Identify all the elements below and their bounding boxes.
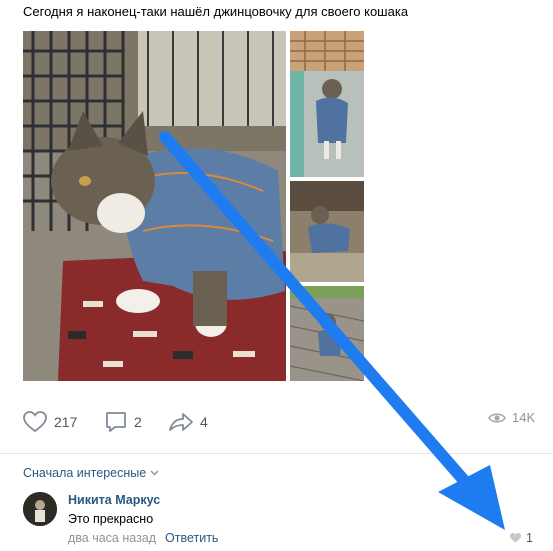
share-count: 4 (200, 414, 208, 430)
views-counter: 14K (488, 410, 535, 425)
post-photo-thumb-3[interactable] (290, 286, 364, 381)
views-count: 14K (512, 410, 536, 425)
comments-sort-dropdown[interactable]: Сначала интересные (23, 466, 159, 480)
post-photo-main[interactable] (23, 31, 286, 381)
avatar[interactable] (23, 492, 57, 526)
comment-time[interactable]: два часа назад (68, 531, 156, 545)
heart-filled-icon (510, 533, 521, 543)
like-button[interactable]: 217 (22, 410, 77, 434)
share-button[interactable]: 4 (168, 410, 208, 434)
chevron-down-icon (150, 470, 159, 476)
eye-icon (488, 413, 506, 422)
comment-like-count: 1 (526, 531, 533, 545)
post-actions-bar: 217 2 4 14K (0, 410, 553, 442)
post-text: Сегодня я наконец-таки нашёл джинцовочку… (23, 4, 409, 19)
reply-button[interactable]: Ответить (165, 531, 218, 545)
divider (0, 453, 553, 454)
comment-button[interactable]: 2 (104, 410, 142, 434)
comments-sort-label: Сначала интересные (23, 466, 147, 480)
share-arrow-icon (169, 413, 193, 431)
comment-like-button[interactable]: 1 (509, 531, 533, 545)
speech-bubble-icon (106, 412, 126, 432)
post-photo-thumb-1[interactable] (290, 31, 364, 177)
heart-icon (23, 411, 47, 433)
like-count: 217 (54, 414, 78, 430)
comment-author[interactable]: Никита Маркус (68, 493, 160, 507)
post-photo-thumb-2[interactable] (290, 181, 364, 282)
comment-count: 2 (134, 414, 142, 430)
comment-text: Это прекрасно (68, 512, 154, 526)
